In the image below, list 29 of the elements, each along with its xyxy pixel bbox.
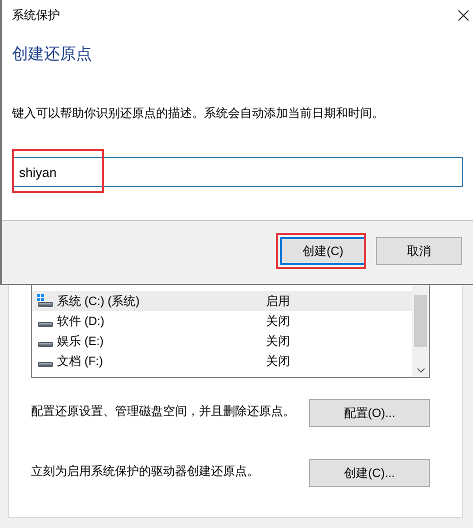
drive-icon bbox=[38, 322, 53, 326]
scroll-thumb[interactable] bbox=[414, 295, 427, 347]
drive-name: 系统 (C:) (系统) bbox=[57, 292, 140, 310]
protection-status: 关闭 bbox=[265, 312, 290, 330]
drive-row[interactable]: 文档 (F:) 关闭 bbox=[32, 351, 412, 371]
scroll-down-icon[interactable] bbox=[416, 368, 424, 373]
drive-row[interactable]: 系统 (C:) (系统) 启用 bbox=[32, 291, 412, 311]
close-icon[interactable] bbox=[458, 10, 469, 20]
protection-status: 启用 bbox=[265, 292, 290, 310]
drive-icon bbox=[38, 342, 53, 346]
action-button[interactable]: 配置(O)... bbox=[309, 399, 430, 427]
system-drive-icon bbox=[36, 294, 54, 308]
drive-icon bbox=[38, 362, 53, 366]
dialog-button[interactable]: 取消 bbox=[376, 237, 462, 265]
window-title: 系统保护 bbox=[12, 6, 60, 24]
protection-status: 关闭 bbox=[265, 352, 290, 370]
drive-name: 软件 (D:) bbox=[57, 312, 104, 330]
description-input[interactable]: shiyan bbox=[12, 157, 463, 187]
drive-name: 娱乐 (E:) bbox=[57, 332, 104, 350]
dialog-button[interactable]: 创建(C) bbox=[280, 237, 366, 265]
drive-name: 文档 (F:) bbox=[57, 352, 103, 370]
drive-row[interactable]: 娱乐 (E:) 关闭 bbox=[32, 331, 412, 351]
dialog-heading: 创建还原点 bbox=[12, 44, 93, 65]
action-button[interactable]: 创建(C)... bbox=[309, 459, 430, 487]
drive-row[interactable]: 软件 (D:) 关闭 bbox=[32, 311, 412, 331]
action-description: 立刻为启用系统保护的驱动器创建还原点。 bbox=[31, 463, 259, 480]
action-description: 配置还原设置、管理磁盘空间，并且删除还原点。 bbox=[31, 403, 295, 420]
protection-status: 关闭 bbox=[265, 332, 290, 350]
description-text: 键入可以帮助你识别还原点的描述。系统会自动添加当前日期和时间。 bbox=[12, 105, 385, 122]
